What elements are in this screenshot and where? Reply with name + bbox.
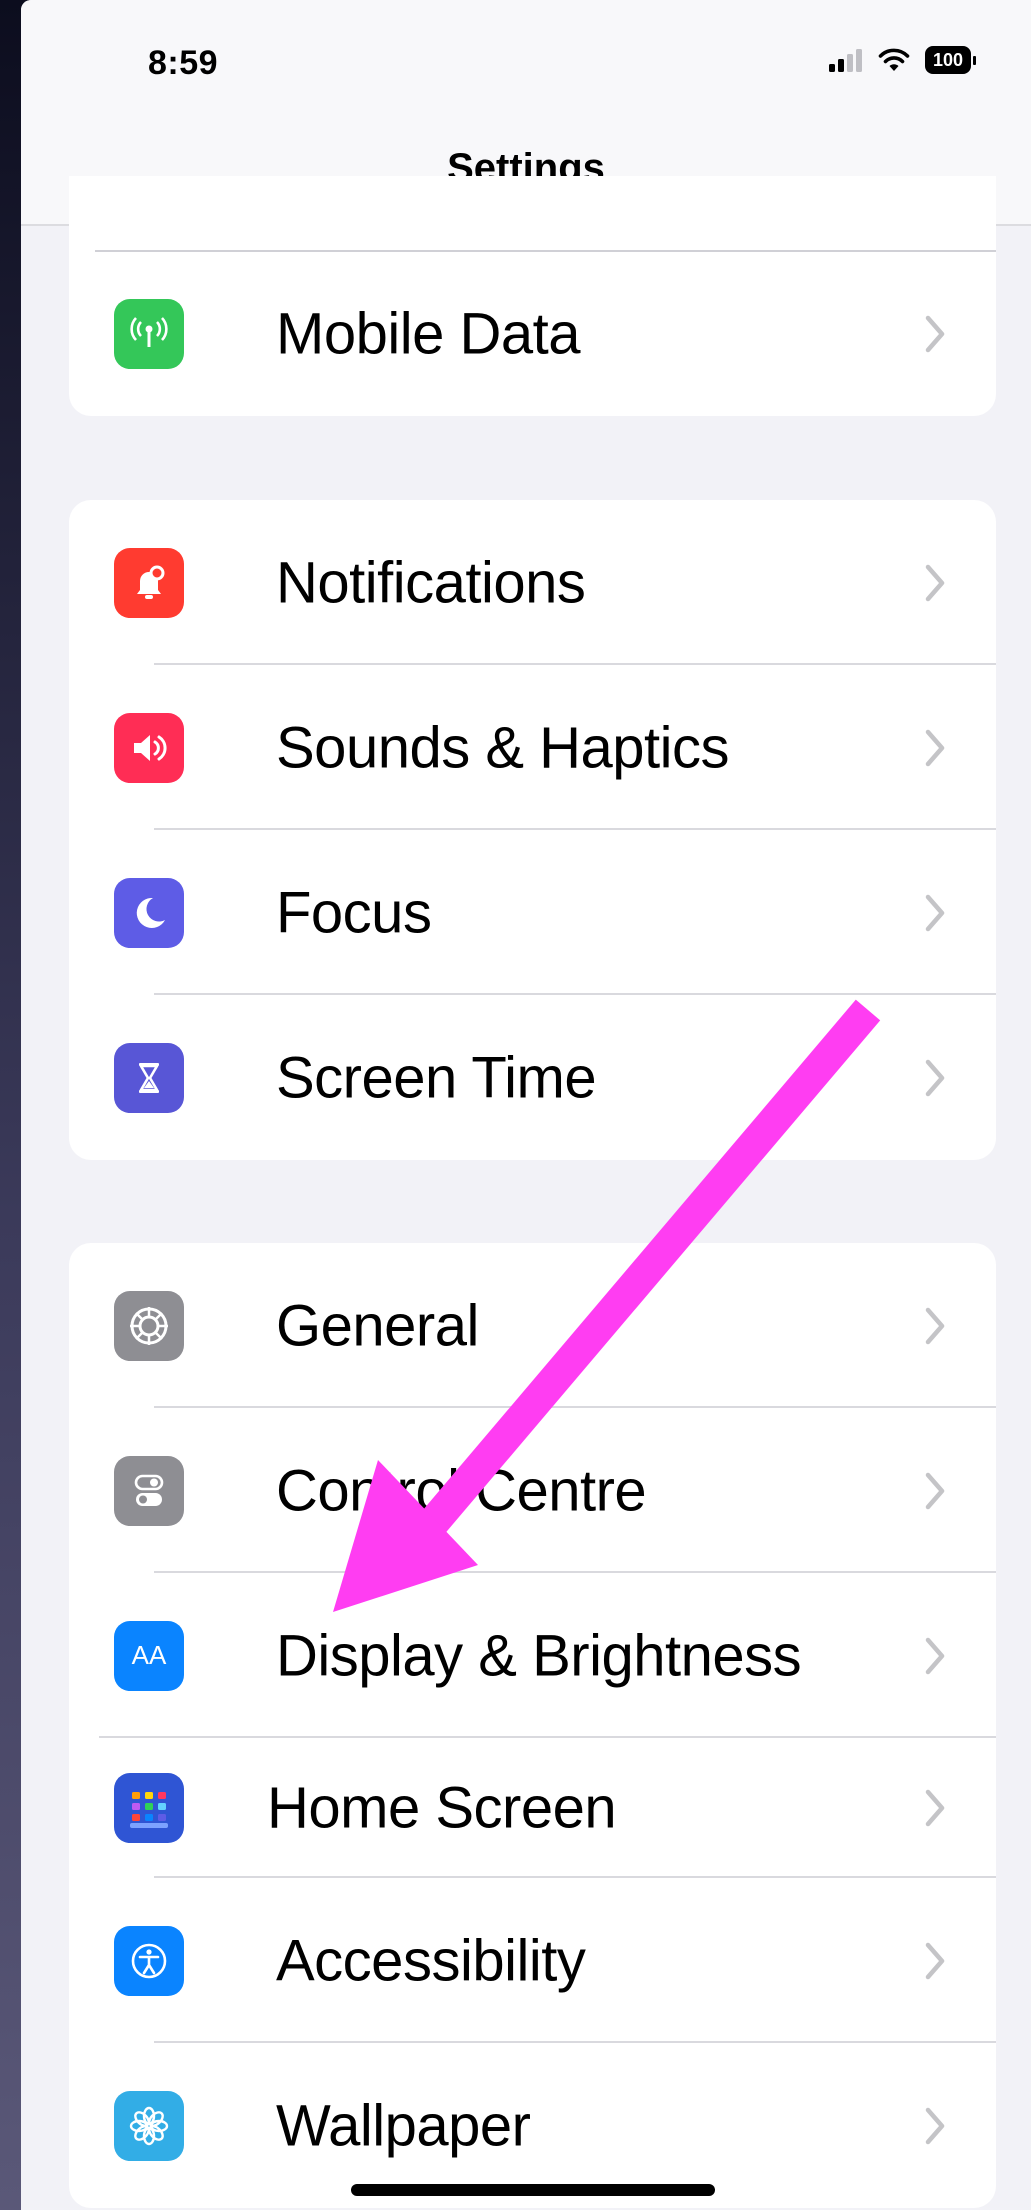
settings-row-focus[interactable]: Focus [69, 830, 996, 995]
chevron-right-icon [925, 1789, 945, 1827]
chevron-right-icon [925, 1307, 945, 1344]
settings-row-label: Screen Time [276, 1045, 597, 1110]
status-bar: 8:59 100 [21, 0, 1031, 130]
settings-row-label: Accessibility [276, 1928, 586, 1993]
chevron-right-icon [925, 315, 945, 353]
antenna-icon [114, 299, 184, 369]
chevron-right-icon [925, 1059, 945, 1096]
settings-row-notifications[interactable]: Notifications [69, 500, 996, 665]
settings-group-general: General Control Centre AA Display & Brig… [69, 1243, 996, 2208]
status-icons: 100 [829, 46, 976, 74]
flower-icon [114, 2090, 184, 2161]
moon-icon [114, 877, 184, 948]
notification-bell-icon [114, 547, 184, 618]
settings-row-label: Mobile Data [276, 301, 580, 367]
settings-row-mobile-data[interactable]: Mobile Data [69, 252, 996, 416]
settings-group-notifications: Notifications Sounds & Haptics Focus Scr… [69, 500, 996, 1160]
settings-row-general[interactable]: General [69, 1243, 996, 1408]
settings-row-label: Sounds & Haptics [276, 715, 730, 780]
settings-row-label: Display & Brightness [276, 1623, 802, 1688]
text-size-icon-label: AA [131, 1640, 167, 1670]
settings-group-network: Mobile Data [69, 176, 996, 416]
settings-screen: 8:59 100 Settings Mobile Data Notificati… [21, 0, 1031, 2210]
gear-icon [114, 1290, 184, 1361]
cellular-signal-icon [829, 49, 862, 72]
chevron-right-icon [925, 1942, 945, 1979]
settings-row-label: Control Centre [276, 1458, 647, 1523]
chevron-right-icon [925, 894, 945, 931]
settings-row-accessibility[interactable]: Accessibility [69, 1878, 996, 2043]
settings-row-screen-time[interactable]: Screen Time [69, 995, 996, 1160]
settings-row-control-centre[interactable]: Control Centre [69, 1408, 996, 1573]
toggles-icon [114, 1455, 184, 1526]
chevron-right-icon [925, 2107, 945, 2144]
settings-row-label: Home Screen [267, 1775, 617, 1841]
chevron-right-icon [925, 564, 945, 601]
settings-row-label: Focus [276, 880, 432, 945]
settings-row-label: Wallpaper [276, 2093, 531, 2158]
battery-indicator: 100 [925, 46, 976, 74]
text-size-icon: AA [114, 1620, 184, 1691]
settings-row-sounds-haptics[interactable]: Sounds & Haptics [69, 665, 996, 830]
settings-row-label: Notifications [276, 550, 586, 615]
chevron-right-icon [925, 1472, 945, 1509]
chevron-right-icon [925, 729, 945, 766]
status-time: 8:59 [148, 44, 219, 82]
home-indicator[interactable] [351, 2184, 715, 2196]
speaker-icon [114, 712, 184, 783]
settings-row-display-brightness[interactable]: AA Display & Brightness [69, 1573, 996, 1738]
accessibility-icon [114, 1925, 184, 1996]
settings-row-label: General [276, 1293, 479, 1358]
hourglass-icon [114, 1042, 184, 1113]
chevron-right-icon [925, 1637, 945, 1674]
wifi-icon [878, 48, 910, 71]
settings-row-home-screen[interactable]: Home Screen [69, 1738, 996, 1878]
app-grid-icon [114, 1773, 184, 1843]
